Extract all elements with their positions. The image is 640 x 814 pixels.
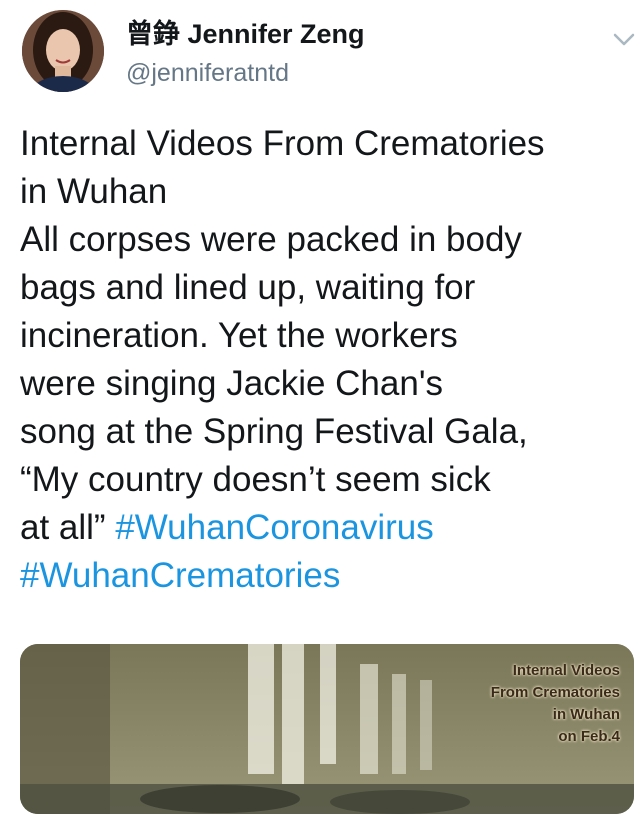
hashtag-link[interactable]: #WuhanCoronavirus (115, 508, 433, 547)
tweet-card: 曾錚 Jennifer Zeng @jenniferatntd Internal… (0, 0, 640, 814)
avatar[interactable] (22, 10, 104, 92)
video-thumbnail[interactable]: Internal Videos From Crematories in Wuha… (20, 644, 634, 814)
avatar-image (22, 10, 104, 92)
tweet-line: All corpses were packed in body (20, 220, 522, 259)
tweet-line: incineration. Yet the workers (20, 316, 458, 355)
chevron-down-icon[interactable] (612, 32, 636, 48)
tweet-line: “My country doesn’t seem sick (20, 460, 491, 499)
hashtag-link[interactable]: #WuhanCrematories (20, 556, 340, 595)
overlay-line: From Crematories (490, 684, 620, 701)
tweet-header: 曾錚 Jennifer Zeng @jenniferatntd (22, 10, 635, 96)
video-caption-overlay: Internal Videos From Crematories in Wuha… (491, 660, 620, 748)
tweet-line: #WuhanCrematories (20, 552, 630, 600)
tweet-text-fragment: at all” (20, 508, 116, 547)
tweet-line: bags and lined up, waiting for (20, 268, 476, 307)
author-handle[interactable]: @jenniferatntd (126, 56, 365, 90)
tweet-line: were singing Jackie Chan's (20, 364, 444, 403)
tweet-line: Internal Videos From Crematories (20, 124, 545, 163)
author-display-name[interactable]: 曾錚 Jennifer Zeng (126, 18, 365, 50)
tweet-line: song at the Spring Festival Gala, (20, 412, 528, 451)
tweet-text: Internal Videos From Crematories in Wuha… (20, 120, 630, 600)
overlay-line: Internal Videos (512, 662, 620, 679)
tweet-line-last: at all” #WuhanCoronavirus (20, 504, 630, 552)
author-names: 曾錚 Jennifer Zeng @jenniferatntd (126, 18, 365, 90)
tweet-line: in Wuhan (20, 172, 168, 211)
overlay-line: in Wuhan (552, 706, 620, 723)
overlay-line: on Feb.4 (558, 728, 620, 745)
